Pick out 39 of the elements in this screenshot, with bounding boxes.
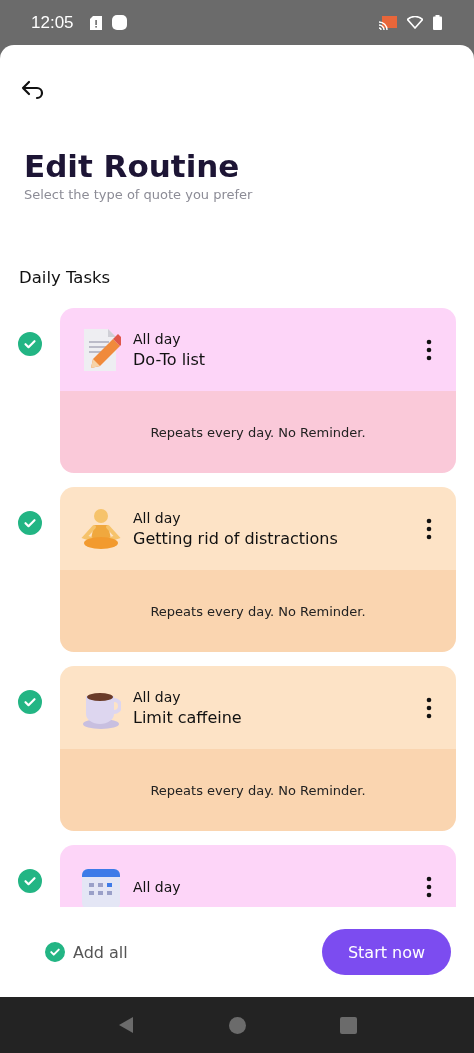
repeat-note: Repeats every day. No Reminder. xyxy=(60,749,456,832)
repeat-note: Repeats every day. No Reminder. xyxy=(60,570,456,653)
add-all-toggle[interactable]: Add all xyxy=(45,942,128,962)
more-options-icon[interactable] xyxy=(426,875,432,898)
task-time: All day xyxy=(133,330,182,347)
check-icon[interactable] xyxy=(18,332,42,357)
section-title: Daily Tasks xyxy=(19,268,112,288)
back-icon[interactable] xyxy=(21,80,45,100)
clock: 12:05 xyxy=(31,12,74,33)
meditating-figure-icon xyxy=(81,506,121,551)
start-now-button[interactable]: Start now xyxy=(322,929,451,975)
home-nav-icon[interactable] xyxy=(229,1016,246,1034)
task-time: All day xyxy=(133,509,182,526)
check-icon[interactable] xyxy=(18,690,42,715)
task-card[interactable]: All day xyxy=(60,845,456,907)
page-title: Edit Routine xyxy=(24,148,241,186)
back-nav-icon[interactable] xyxy=(117,1016,135,1034)
task-card[interactable]: All day Getting rid of distractions Repeats every day. No Reminder. xyxy=(60,487,456,653)
notification-icon xyxy=(111,15,127,30)
task-card[interactable]: All day Do-To list Repeats every day. No Reminder. xyxy=(60,308,456,474)
task-time: All day xyxy=(133,878,182,895)
more-options-icon[interactable] xyxy=(426,338,432,361)
check-icon[interactable] xyxy=(18,869,42,894)
wifi-icon xyxy=(407,16,423,29)
task-title: Getting rid of distractions xyxy=(133,528,339,548)
battery-icon xyxy=(433,15,442,30)
more-options-icon[interactable] xyxy=(426,517,432,540)
repeat-note: Repeats every day. No Reminder. xyxy=(60,391,456,474)
recents-nav-icon[interactable] xyxy=(340,1016,357,1034)
task-time: All day xyxy=(133,688,182,705)
check-icon[interactable] xyxy=(18,511,42,536)
page-subtitle: Select the type of quote you prefer xyxy=(24,187,254,203)
more-options-icon[interactable] xyxy=(426,696,432,719)
task-title: Do-To list xyxy=(133,349,207,369)
sim-card-icon xyxy=(89,15,102,30)
task-title: Limit caffeine xyxy=(133,707,243,727)
notepad-pencil-icon xyxy=(81,327,121,372)
cast-icon xyxy=(379,15,397,30)
task-card[interactable]: All day Limit caffeine Repeats every day. No Reminder. xyxy=(60,666,456,832)
